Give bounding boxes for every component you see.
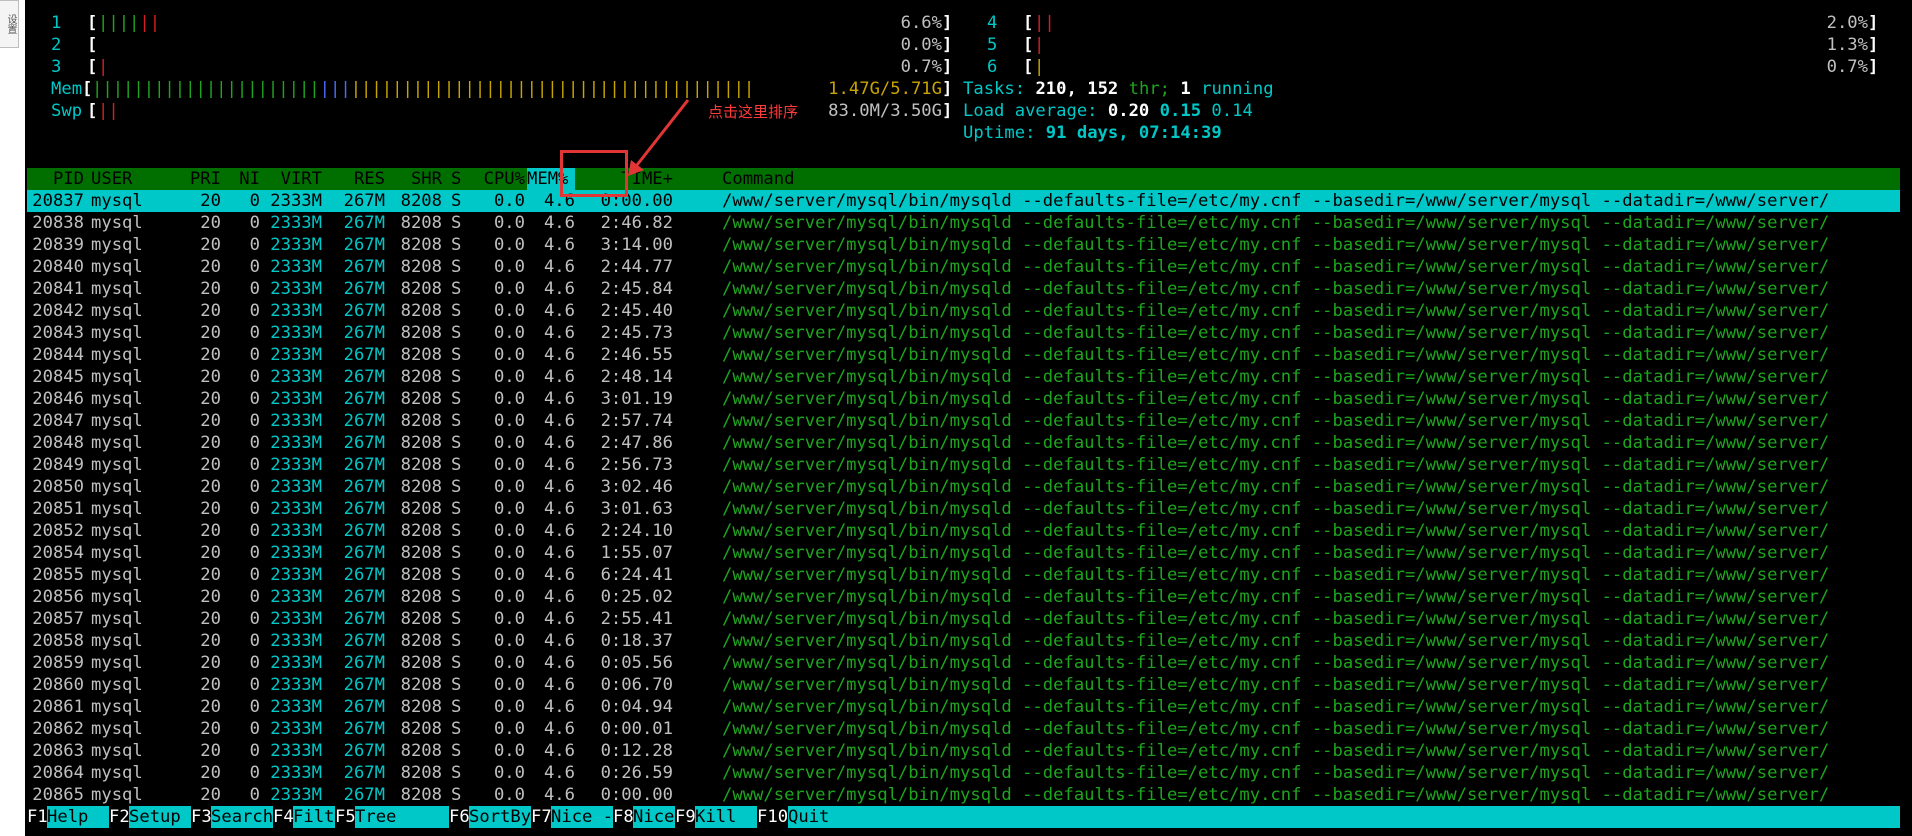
annotation-label: 点击这里排序 [708, 103, 799, 121]
annotation-arrow-icon [628, 99, 690, 176]
left-window-edge: 设置 [0, 0, 25, 836]
side-tab[interactable]: 设置 [0, 0, 19, 48]
htop-terminal[interactable]: 1 [ |||||| 6.6% ] 2 [ 0.0% ] 3 [ | 0.7% … [25, 0, 1912, 836]
